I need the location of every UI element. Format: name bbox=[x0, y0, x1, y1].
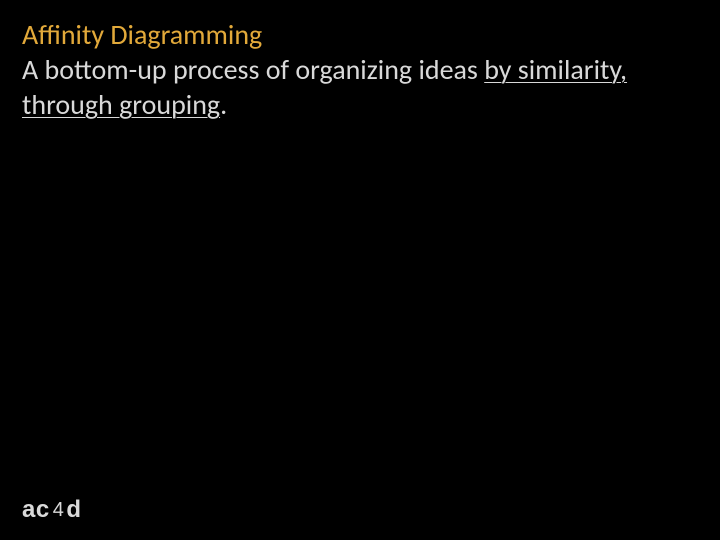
ac4d-logo: ac 4 d bbox=[22, 498, 82, 522]
slide-subtitle: A bottom-up process of organizing ideas … bbox=[22, 52, 698, 122]
subtitle-text-2: . bbox=[220, 87, 227, 122]
heading-block: Affinity Diagramming A bottom-up process… bbox=[22, 18, 698, 122]
subtitle-text-1: A bottom-up process of organizing ideas bbox=[22, 52, 484, 87]
slide-title: Affinity Diagramming bbox=[22, 18, 698, 52]
slide: Affinity Diagramming A bottom-up process… bbox=[0, 0, 720, 540]
logo-part-ac: ac bbox=[22, 498, 50, 522]
logo-part-4: 4 bbox=[50, 500, 67, 520]
logo-part-d: d bbox=[66, 498, 81, 522]
